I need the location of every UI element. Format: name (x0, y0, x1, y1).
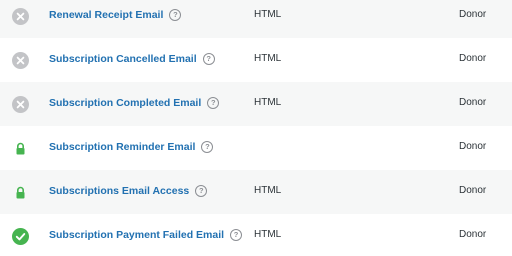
content-type: HTML (254, 229, 282, 240)
help-icon[interactable]: ? (201, 141, 214, 153)
recipient: Donor (459, 9, 487, 20)
email-row-subscription-cancelled: Subscription Cancelled Email? HTML Donor (0, 38, 512, 82)
help-icon[interactable]: ? (169, 9, 182, 21)
recipient: Donor (459, 53, 487, 64)
email-row-subscriptions-email-access: Subscriptions Email Access? HTML Donor (0, 170, 512, 214)
email-name-link[interactable]: Subscription Cancelled Email? (49, 53, 215, 65)
lock-icon (12, 140, 29, 157)
email-name-link[interactable]: Renewal Receipt Email? (49, 9, 182, 21)
help-icon[interactable]: ? (202, 53, 215, 65)
email-name-text[interactable]: Subscription Cancelled Email (49, 53, 197, 65)
x-circle-icon[interactable] (12, 96, 29, 113)
lock-icon (12, 184, 29, 201)
email-name-link[interactable]: Subscription Completed Email? (49, 97, 220, 109)
email-name-text[interactable]: Subscriptions Email Access (49, 185, 189, 197)
recipient: Donor (459, 141, 487, 152)
help-icon[interactable]: ? (230, 229, 243, 241)
email-name-link[interactable]: Subscriptions Email Access? (49, 185, 208, 197)
x-circle-icon[interactable] (12, 8, 29, 25)
email-row-subscription-reminder: Subscription Reminder Email? Donor (0, 126, 512, 170)
content-type: HTML (254, 9, 282, 20)
x-circle-icon[interactable] (12, 52, 29, 69)
email-name-link[interactable]: Subscription Reminder Email? (49, 141, 214, 153)
content-type: HTML (254, 53, 282, 64)
help-icon[interactable]: ? (207, 97, 220, 109)
email-name-text[interactable]: Subscription Reminder Email (49, 141, 195, 153)
content-type: HTML (254, 185, 282, 196)
help-icon[interactable]: ? (195, 185, 208, 197)
email-name-text[interactable]: Subscription Completed Email (49, 97, 201, 109)
email-row-subscription-completed: Subscription Completed Email? HTML Donor (0, 82, 512, 126)
check-circle-icon[interactable] (12, 228, 29, 245)
recipient: Donor (459, 185, 487, 196)
email-name-text[interactable]: Renewal Receipt Email (49, 9, 163, 21)
email-row-renewal-receipt: Renewal Receipt Email? HTML Donor (0, 0, 512, 38)
content-type: HTML (254, 97, 282, 108)
email-name-link[interactable]: Subscription Payment Failed Email? (49, 229, 243, 241)
email-list-table: Renewal Receipt Email? HTML Donor Subscr… (0, 0, 512, 256)
recipient: Donor (459, 229, 487, 240)
email-name-text[interactable]: Subscription Payment Failed Email (49, 229, 224, 241)
email-row-subscription-payment-failed: Subscription Payment Failed Email? HTML … (0, 214, 512, 256)
recipient: Donor (459, 97, 487, 108)
